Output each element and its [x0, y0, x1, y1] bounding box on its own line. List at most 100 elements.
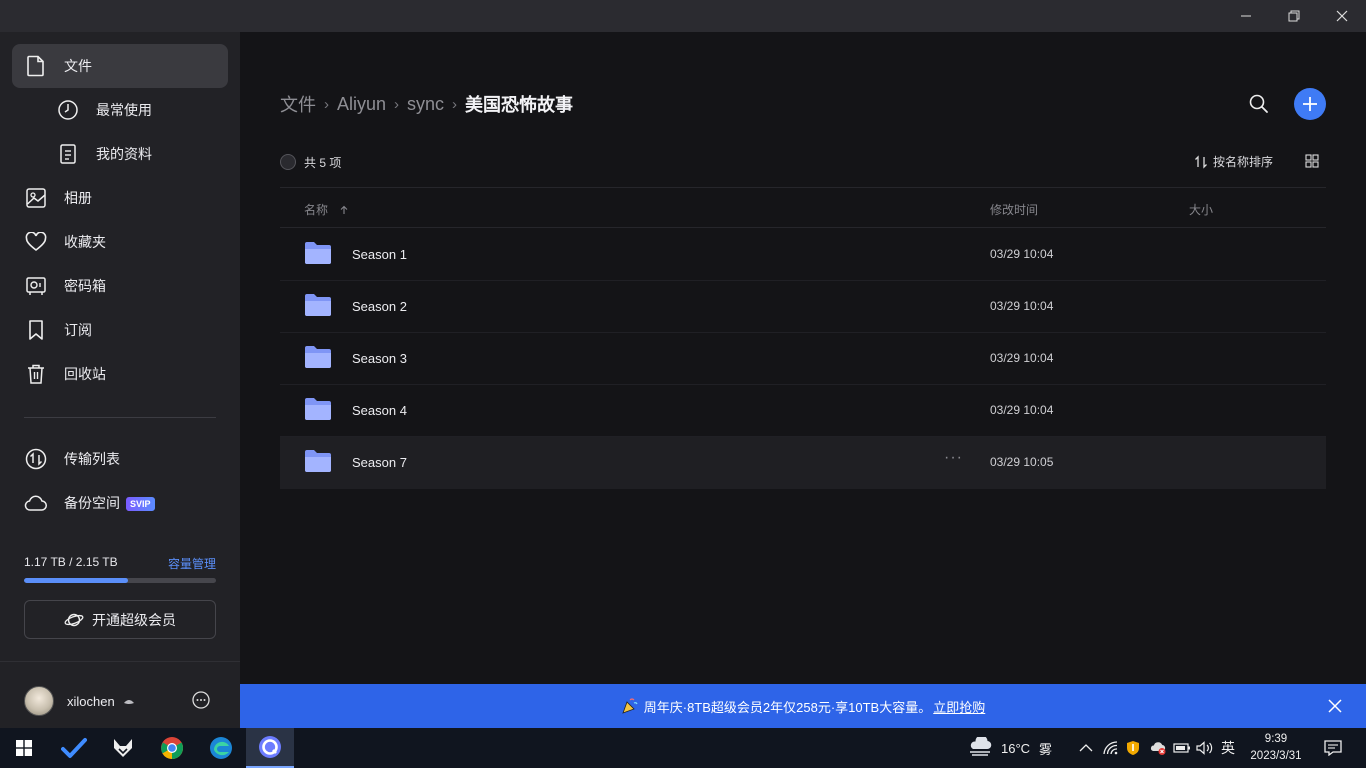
user-profile[interactable]: xilochen [24, 685, 216, 717]
promo-text: 周年庆·8TB超级会员2年仅258元·享10TB大容量。 [643, 699, 932, 715]
taskbar-app-aliyundrive[interactable] [246, 728, 294, 768]
shield-icon [1127, 741, 1139, 755]
storage-manage-link[interactable]: 容量管理 [168, 555, 216, 572]
system-clock[interactable]: 9:39 2023/3/31 [1240, 731, 1312, 765]
sort-button[interactable]: 按名称排序 [1194, 153, 1273, 170]
column-header-name[interactable]: 名称 [304, 201, 349, 218]
weather-temp: 16°C [1001, 740, 1031, 756]
taskbar-app-chrome[interactable] [148, 728, 196, 768]
level-badge-icon [123, 700, 134, 704]
notification-center-button[interactable] [1324, 728, 1342, 768]
sidebar-item-recent[interactable]: 最常使用 [12, 88, 228, 132]
breadcrumb-item[interactable]: 文件 [280, 91, 316, 117]
party-popper-icon [622, 698, 638, 714]
taskbar-app-edge[interactable] [197, 728, 245, 768]
weather-condition: 雾 [1039, 741, 1053, 757]
sidebar-item-backup[interactable]: 备份空间 SVIP [12, 481, 228, 525]
chrome-icon [161, 737, 183, 759]
breadcrumb-current: 美国恐怖故事 [465, 95, 574, 115]
weather-widget[interactable]: 16°C 雾 [966, 728, 1052, 768]
start-button[interactable] [0, 728, 48, 768]
sidebar-item-subscribe[interactable]: 订阅 [12, 308, 228, 352]
file-name[interactable]: Season 3 [352, 351, 407, 366]
sidebar-item-album[interactable]: 相册 [12, 176, 228, 220]
planet-icon [64, 613, 84, 626]
heart-icon [24, 230, 48, 254]
grid-view-icon[interactable] [1305, 154, 1319, 168]
battery-status[interactable] [1173, 728, 1191, 768]
chevron-right-icon: › [394, 95, 400, 113]
file-modified: 03/29 10:04 [990, 403, 1054, 417]
trash-icon [24, 362, 48, 386]
row-more-button[interactable]: ··· [944, 450, 964, 469]
folder-icon [305, 450, 331, 472]
storage-usage-text: 1.17 TB / 2.15 TB [24, 555, 118, 569]
column-header-modified[interactable]: 修改时间 [990, 201, 1038, 218]
table-row[interactable]: Season 4 03/29 10:04 [280, 385, 1326, 437]
sort-icon [1195, 154, 1207, 169]
avatar[interactable] [24, 686, 54, 716]
folder-icon [305, 294, 331, 316]
file-name[interactable]: Season 1 [352, 247, 407, 262]
sidebar-item-label: 最常使用 [96, 102, 152, 118]
more-options-icon[interactable] [192, 691, 210, 709]
taskbar-app-todo[interactable] [50, 728, 98, 768]
cloud-sync-status[interactable] [1149, 728, 1167, 768]
restore-button[interactable] [1271, 0, 1317, 32]
folder-icon [305, 242, 331, 264]
clock-time: 9:39 [1264, 733, 1288, 745]
sidebar-item-label: 密码箱 [64, 278, 106, 294]
file-name[interactable]: Season 7 [352, 455, 407, 470]
sidebar-item-favorites[interactable]: 收藏夹 [12, 220, 228, 264]
taskbar-app-fox[interactable] [99, 728, 147, 768]
bookmark-icon [24, 318, 48, 342]
speaker-icon [1196, 741, 1213, 755]
taskbar: 16°C 雾 英 9:39 2023/3/31 [0, 728, 1366, 768]
close-banner-icon[interactable] [1326, 697, 1344, 715]
select-all-checkbox[interactable] [280, 154, 296, 170]
arrow-up-icon [340, 205, 348, 214]
upgrade-vip-button[interactable]: 开通超级会员 [24, 600, 216, 639]
sidebar: 文件 最常使用 我的资料 相册 收藏夹 密码箱 订阅 回收站 传输列表 备份空间… [0, 32, 240, 728]
table-row[interactable]: Season 2 03/29 10:04 [280, 281, 1326, 333]
table-row[interactable]: Season 7 ··· 03/29 10:05 [280, 437, 1326, 489]
main-content: 文件 › Aliyun › sync › 美国恐怖故事 共 5 项 按名称排序 … [240, 32, 1366, 684]
table-row[interactable]: Season 3 03/29 10:04 [280, 333, 1326, 385]
table-row[interactable]: Season 1 03/29 10:04 [280, 229, 1326, 281]
volume-control[interactable] [1196, 728, 1214, 768]
add-button[interactable] [1294, 88, 1326, 120]
breadcrumb: 文件 › Aliyun › sync › 美国恐怖故事 [280, 92, 573, 116]
network-status[interactable] [1103, 728, 1119, 768]
breadcrumb-item[interactable]: sync [407, 94, 444, 115]
ime-indicator[interactable]: 英 [1221, 728, 1235, 768]
aliyundrive-icon [259, 736, 281, 758]
storage-progress-fill [24, 578, 129, 583]
tray-overflow-button[interactable] [1079, 728, 1093, 768]
search-icon[interactable] [1248, 93, 1270, 115]
sidebar-item-safe-box[interactable]: 密码箱 [12, 264, 228, 308]
file-modified: 03/29 10:04 [990, 247, 1054, 261]
minimize-icon [1241, 15, 1251, 17]
promo-buy-link[interactable]: 立即抢购 [933, 697, 985, 716]
column-header-size[interactable]: 大小 [1189, 201, 1213, 218]
sidebar-item-transfers[interactable]: 传输列表 [12, 437, 228, 481]
sidebar-item-label: 我的资料 [96, 146, 152, 162]
security-status[interactable] [1126, 728, 1140, 768]
sidebar-item-trash[interactable]: 回收站 [12, 352, 228, 396]
clock-icon [56, 98, 80, 122]
file-name[interactable]: Season 4 [352, 403, 407, 418]
clock-date: 2023/3/31 [1250, 750, 1302, 762]
sidebar-item-my-docs[interactable]: 我的资料 [12, 132, 228, 176]
file-modified: 03/29 10:04 [990, 299, 1054, 313]
sidebar-item-files[interactable]: 文件 [12, 44, 228, 88]
document-icon [56, 142, 80, 166]
wifi-icon [1103, 741, 1118, 755]
weather-cloud-icon [970, 737, 992, 756]
close-window-button[interactable] [1319, 0, 1365, 32]
title-bar [0, 0, 1366, 32]
file-name[interactable]: Season 2 [352, 299, 407, 314]
sidebar-item-label: 收藏夹 [64, 234, 106, 250]
breadcrumb-item[interactable]: Aliyun [337, 94, 386, 115]
minimize-button[interactable] [1223, 0, 1269, 32]
checkmark-app-icon [61, 738, 87, 758]
